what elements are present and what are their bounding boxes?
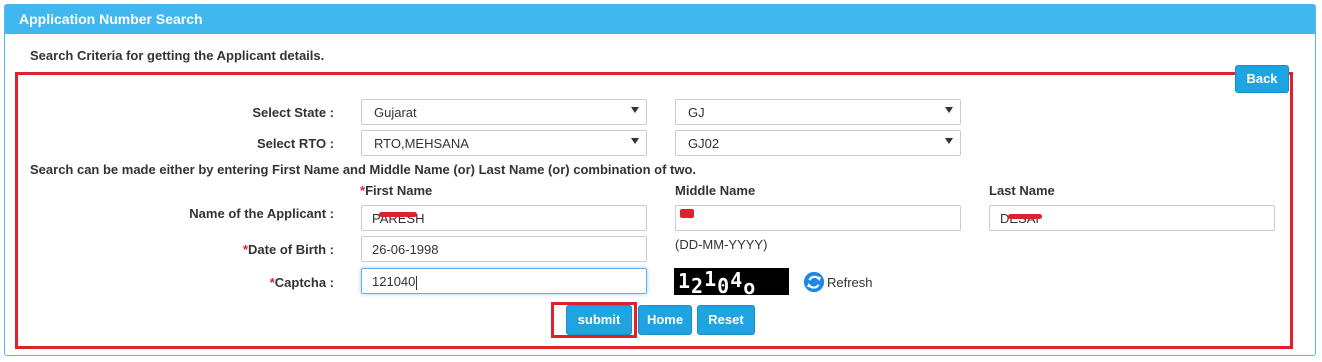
captcha-char: 0 (717, 274, 731, 298)
redaction-mark (379, 212, 417, 217)
state-select[interactable]: Gujarat (361, 99, 647, 125)
first-name-header-text: First Name (365, 183, 433, 198)
middle-name-header: Middle Name (675, 183, 756, 198)
state-label: Select State : (252, 105, 334, 120)
last-name-header: Last Name (989, 183, 1055, 198)
refresh-icon (803, 271, 825, 293)
text-cursor (416, 275, 418, 290)
dob-label-text: Date of Birth : (248, 242, 334, 257)
captcha-value: 121040 (372, 274, 416, 289)
captcha-char: 2 (691, 274, 705, 298)
state-code-value: GJ (688, 105, 705, 120)
captcha-char: 1 (678, 269, 692, 293)
rto-select-value: RTO,MEHSANA (374, 136, 469, 151)
chevron-down-icon (945, 107, 953, 113)
home-button[interactable]: Home (638, 305, 692, 335)
first-name-header: *First Name (360, 183, 432, 198)
rto-code-value: GJ02 (688, 136, 720, 151)
middle-name-input[interactable] (675, 205, 961, 231)
submit-highlight-box (551, 302, 637, 338)
captcha-char: 1 (704, 267, 718, 291)
captcha-label-text: Captcha : (274, 275, 334, 290)
chevron-down-icon (631, 107, 639, 113)
back-button[interactable]: Back (1235, 65, 1289, 93)
captcha-refresh-button[interactable]: Refresh (803, 271, 873, 293)
redaction-mark (1008, 214, 1042, 219)
criteria-text: Search Criteria for getting the Applican… (30, 48, 325, 63)
captcha-label: *Captcha : (134, 275, 334, 290)
redaction-mark (680, 209, 694, 218)
chevron-down-icon (945, 138, 953, 144)
captcha-image: 12104o (674, 267, 789, 299)
rto-code-select[interactable]: GJ02 (675, 130, 961, 156)
state-code-select[interactable]: GJ (675, 99, 961, 125)
dob-label: *Date of Birth : (134, 242, 334, 257)
dob-input[interactable]: 26-06-1998 (361, 236, 647, 262)
applicant-name-label: Name of the Applicant : (189, 206, 334, 221)
panel-title: Application Number Search (5, 5, 1315, 34)
captcha-char: o (743, 275, 757, 299)
reset-button[interactable]: Reset (697, 305, 755, 335)
rto-label: Select RTO : (256, 136, 334, 151)
rto-select[interactable]: RTO,MEHSANA (361, 130, 647, 156)
chevron-down-icon (631, 138, 639, 144)
captcha-input[interactable]: 121040 (361, 268, 647, 294)
first-name-input[interactable]: PARESH (361, 205, 647, 231)
captcha-char: 4 (730, 268, 744, 292)
refresh-label: Refresh (827, 274, 873, 290)
search-info-text: Search can be made either by entering Fi… (30, 162, 697, 177)
dob-value: 26-06-1998 (372, 242, 439, 257)
dob-format-hint: (DD-MM-YYYY) (675, 237, 768, 252)
state-select-value: Gujarat (374, 105, 417, 120)
